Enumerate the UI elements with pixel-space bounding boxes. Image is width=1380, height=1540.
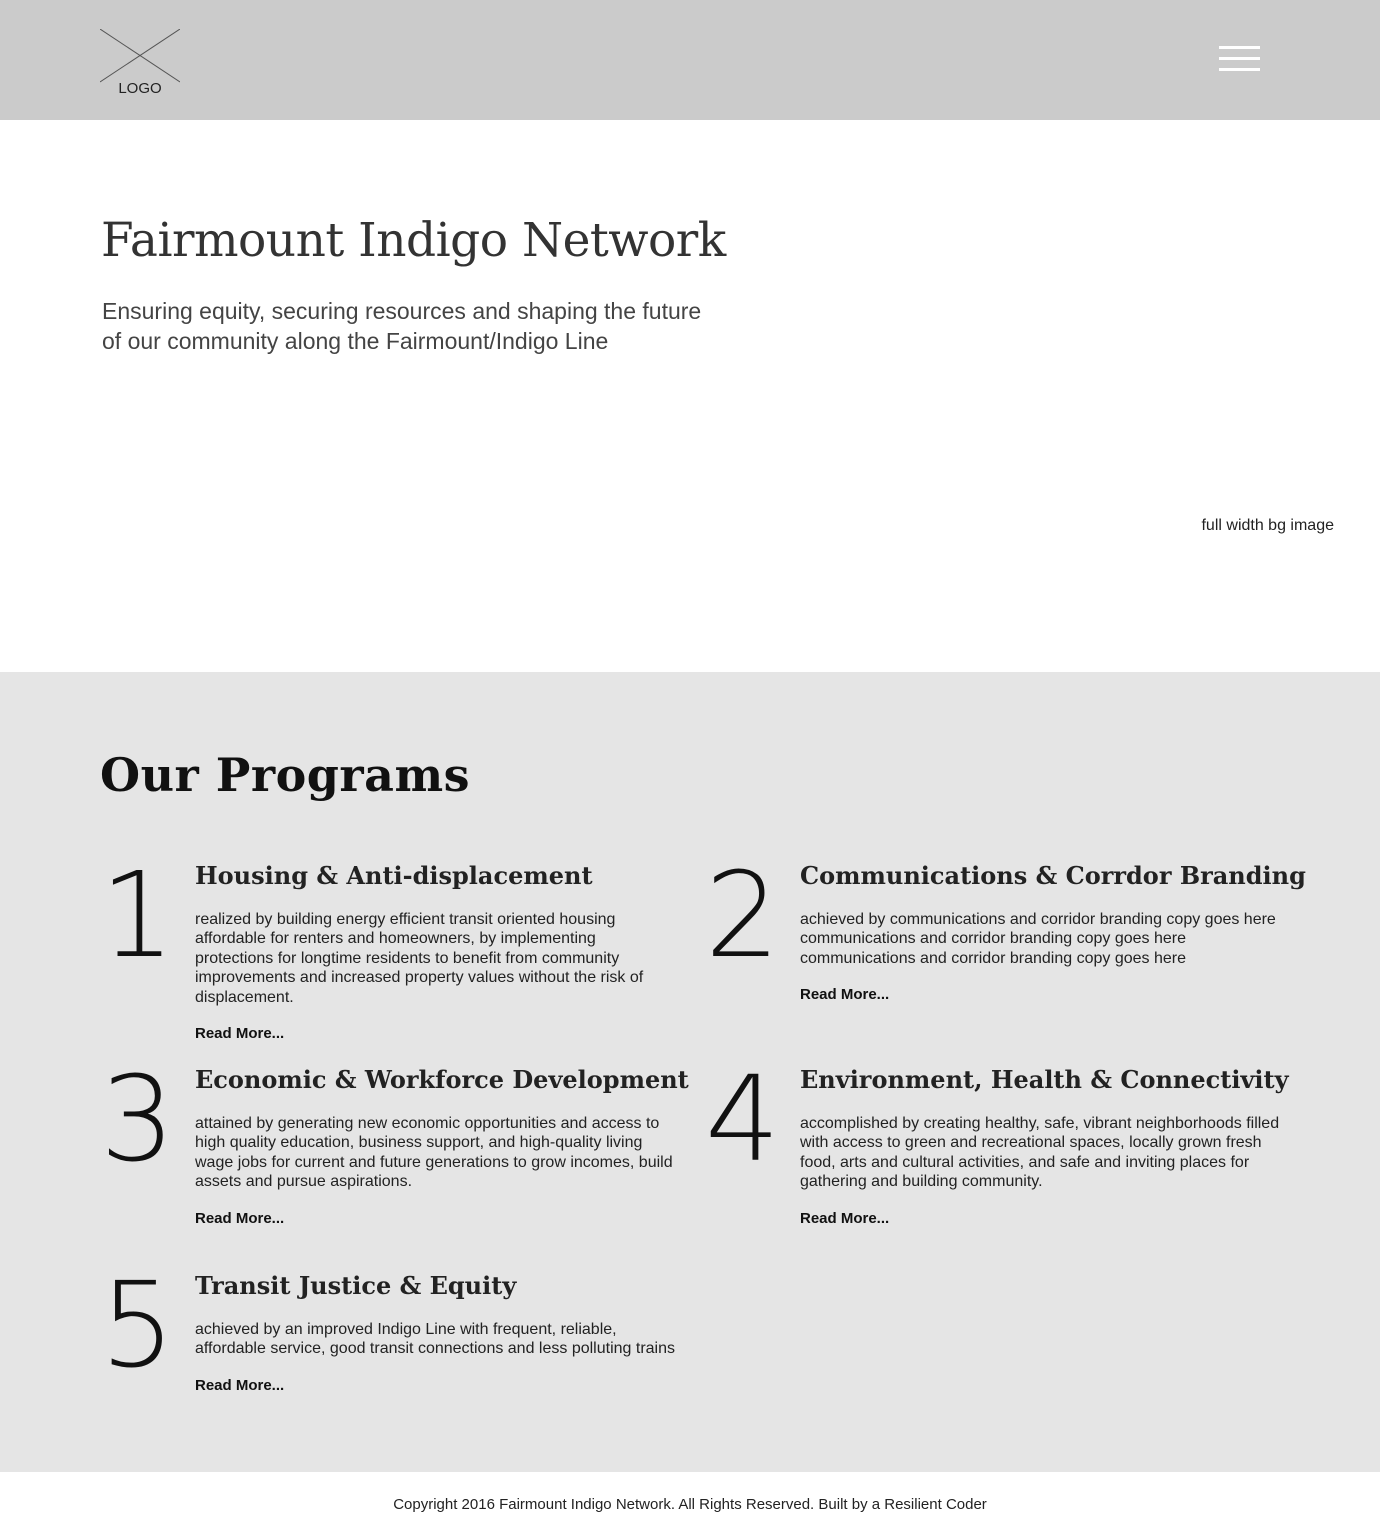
program-title: Housing & Anti-displacement bbox=[195, 861, 593, 890]
site-header: LOGO bbox=[0, 0, 1380, 120]
bg-image-note: full width bg image bbox=[1201, 517, 1334, 534]
program-title: Environment, Health & Connectivity bbox=[800, 1065, 1289, 1094]
programs-heading: Our Programs bbox=[100, 748, 471, 802]
program-number: 1 bbox=[100, 846, 176, 984]
program-description: accomplished by creating healthy, safe, … bbox=[800, 1115, 1280, 1191]
program-number: 2 bbox=[705, 846, 781, 984]
hero-section: Fairmount Indigo Network Ensuring equity… bbox=[0, 120, 1380, 672]
hero-title: Fairmount Indigo Network bbox=[101, 213, 726, 268]
program-description: realized by building energy efficient tr… bbox=[195, 911, 644, 1006]
hamburger-menu-icon[interactable] bbox=[1219, 46, 1261, 74]
program-description: attained by generating new economic oppo… bbox=[195, 1115, 673, 1191]
read-more-link[interactable]: Read More... bbox=[800, 986, 889, 1003]
read-more-link[interactable]: Read More... bbox=[195, 1025, 284, 1042]
read-more-link[interactable]: Read More... bbox=[195, 1210, 284, 1227]
program-number: 5 bbox=[100, 1256, 176, 1394]
site-footer: Copyright 2016 Fairmount Indigo Network.… bbox=[0, 1472, 1380, 1540]
program-title: Transit Justice & Equity bbox=[195, 1271, 517, 1300]
read-more-link[interactable]: Read More... bbox=[195, 1377, 284, 1394]
program-title: Communications & Corrdor Branding bbox=[800, 861, 1306, 890]
programs-section: Our Programs 1 Housing & Anti-displaceme… bbox=[0, 672, 1380, 1472]
program-title: Economic & Workforce Development bbox=[195, 1065, 689, 1094]
logo-text: LOGO bbox=[118, 80, 162, 97]
read-more-link[interactable]: Read More... bbox=[800, 1210, 889, 1227]
logo-placeholder-icon bbox=[100, 29, 180, 83]
hero-subtitle: Ensuring equity, securing resources and … bbox=[102, 298, 702, 354]
copyright-text: Copyright 2016 Fairmount Indigo Network.… bbox=[393, 1496, 987, 1513]
program-number: 4 bbox=[705, 1050, 781, 1188]
logo[interactable]: LOGO bbox=[100, 29, 180, 99]
program-description: achieved by communications and corridor … bbox=[800, 911, 1276, 967]
program-number: 3 bbox=[100, 1050, 176, 1188]
program-description: achieved by an improved Indigo Line with… bbox=[195, 1321, 675, 1358]
